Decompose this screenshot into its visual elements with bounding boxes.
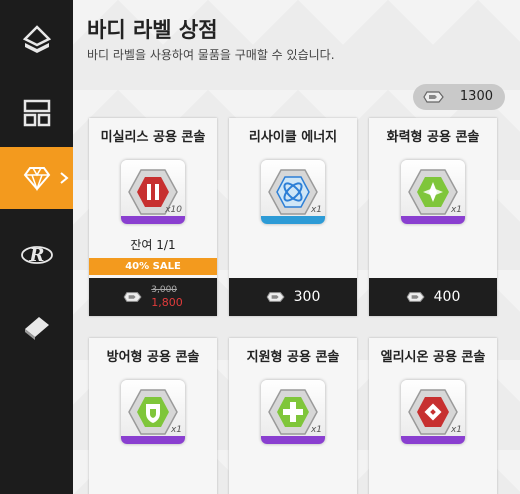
- item-quantity: x10: [165, 205, 182, 215]
- item-price: 400: [433, 289, 461, 305]
- shop-card-militis-console[interactable]: 미실리스 공용 콘솔 x10 잔여 1/1 40% SALE 3,000 1,8…: [89, 118, 217, 316]
- shop-card-recycle-energy[interactable]: 리사이클 에너지 x1 300: [229, 118, 357, 316]
- body-label-icon: [406, 292, 425, 302]
- item-thumbnail: x10: [121, 160, 185, 224]
- eraser-icon: [24, 317, 49, 340]
- body-label-icon: [423, 91, 444, 103]
- rarity-bar: [121, 436, 185, 444]
- original-price: 3,000: [151, 285, 178, 295]
- stacked-diamond-icon: [22, 25, 51, 53]
- sidebar-item-body-label-shop[interactable]: [0, 147, 73, 209]
- body-label-icon: [266, 292, 285, 302]
- item-thumbnail: x1: [261, 160, 325, 224]
- item-name: 방어형 공용 콘솔: [106, 350, 200, 365]
- item-thumbnail: x1: [401, 160, 465, 224]
- body-label-icon: [123, 292, 142, 302]
- purchase-button[interactable]: 300: [229, 278, 357, 316]
- item-price: 300: [293, 289, 321, 305]
- purchase-button[interactable]: 3,000 1,800: [89, 278, 217, 316]
- currency-amount: 1300: [459, 89, 493, 104]
- svg-text:R: R: [28, 245, 44, 266]
- rarity-bar: [401, 216, 465, 224]
- item-quantity: x1: [170, 425, 182, 435]
- sale-price: 1,800: [151, 296, 183, 309]
- item-thumbnail: x1: [121, 380, 185, 444]
- page-subtitle: 바디 라벨을 사용하여 물품을 구매할 수 있습니다.: [87, 48, 335, 62]
- sidebar: R: [0, 0, 73, 494]
- sidebar-item-r[interactable]: R: [0, 224, 73, 286]
- sale-badge: 40% SALE: [89, 258, 217, 275]
- shop-card-defense-console[interactable]: 방어형 공용 콘솔 x1: [89, 338, 217, 494]
- sidebar-item-eraser[interactable]: [0, 296, 73, 358]
- price-group: 3,000 1,800: [151, 285, 183, 309]
- shop-card-support-console[interactable]: 지원형 공용 콘솔 x1: [229, 338, 357, 494]
- item-name: 엘리시온 공용 콘솔: [380, 350, 486, 365]
- rarity-bar: [261, 216, 325, 224]
- sidebar-item-main[interactable]: [0, 10, 73, 72]
- shop-panel: 바디 라벨 상점 바디 라벨을 사용하여 물품을 구매할 수 있습니다. 130…: [73, 0, 520, 494]
- gem-icon: [23, 167, 50, 192]
- item-name: 미실리스 공용 콘솔: [100, 130, 206, 145]
- item-quantity: x1: [310, 425, 322, 435]
- item-name: 리사이클 에너지: [248, 130, 338, 145]
- r-logo-icon: R: [20, 245, 53, 266]
- item-thumbnail: x1: [401, 380, 465, 444]
- currency-display: 1300: [413, 84, 505, 110]
- rarity-bar: [121, 216, 185, 224]
- shop-icon: [23, 99, 50, 127]
- purchase-button[interactable]: 400: [369, 278, 497, 316]
- item-name: 지원형 공용 콘솔: [246, 350, 340, 365]
- rarity-bar: [401, 436, 465, 444]
- item-thumbnail: x1: [261, 380, 325, 444]
- item-quantity: x1: [310, 205, 322, 215]
- sidebar-item-shop[interactable]: [0, 82, 73, 144]
- stock-remaining: 잔여 1/1: [130, 238, 176, 252]
- item-quantity: x1: [450, 205, 462, 215]
- rarity-bar: [261, 436, 325, 444]
- shop-card-firepower-console[interactable]: 화력형 공용 콘솔 x1 400: [369, 118, 497, 316]
- item-quantity: x1: [450, 425, 462, 435]
- page-title: 바디 라벨 상점: [87, 18, 218, 42]
- shop-card-elysion-console[interactable]: 엘리시온 공용 콘솔 x1: [369, 338, 497, 494]
- chevron-right-icon: [60, 172, 69, 184]
- item-name: 화력형 공용 콘솔: [386, 130, 480, 145]
